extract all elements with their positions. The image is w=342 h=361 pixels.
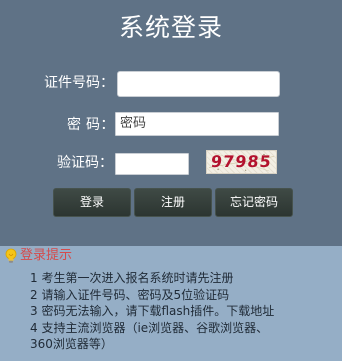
tip-item: 1 考生第一次进入报名系统时请先注册	[30, 271, 234, 285]
id-number-label: 证件号码：	[44, 75, 114, 91]
captcha-code: 97985	[210, 152, 273, 171]
captcha-input[interactable]	[115, 153, 189, 175]
captcha-row: 验证码： 97985	[0, 150, 342, 176]
password-label: 密 码：	[67, 117, 115, 133]
tip-item: 4 支持主流浏览器（ie浏览器、谷歌浏览器、	[30, 320, 269, 335]
tip-item: 2 请输入证件号码、密码及5位验证码	[30, 287, 230, 302]
captcha-image[interactable]: 97985	[206, 150, 277, 174]
tip-item: 3 密码无法输入，请下载flash插件。下载地址	[30, 304, 275, 318]
register-button[interactable]: 注册	[134, 188, 212, 217]
id-number-input[interactable]	[117, 71, 280, 97]
login-tips-panel: 登录提示 1 考生第一次进入报名系统时请先注册 2 请输入证件号码、密码及5位验…	[0, 246, 342, 361]
login-panel: 系统登录 证件号码： 密 码： 验证码： 97985 登录 注册 忘记密码	[0, 0, 342, 246]
captcha-label: 验证码：	[57, 155, 113, 171]
login-button[interactable]: 登录	[53, 188, 131, 217]
password-input[interactable]	[115, 112, 279, 136]
tip-item: 360浏览器等）	[30, 337, 113, 351]
tips-list: 1 考生第一次进入报名系统时请先注册 2 请输入证件号码、密码及5位验证码 3 …	[30, 270, 336, 353]
tips-title: 登录提示	[20, 248, 73, 263]
id-number-row: 证件号码：	[0, 70, 342, 97]
password-row: 密 码：	[0, 112, 342, 138]
page-title: 系统登录	[118, 13, 223, 42]
forgot-password-button[interactable]: 忘记密码	[215, 188, 293, 217]
lightbulb-icon	[5, 248, 17, 263]
